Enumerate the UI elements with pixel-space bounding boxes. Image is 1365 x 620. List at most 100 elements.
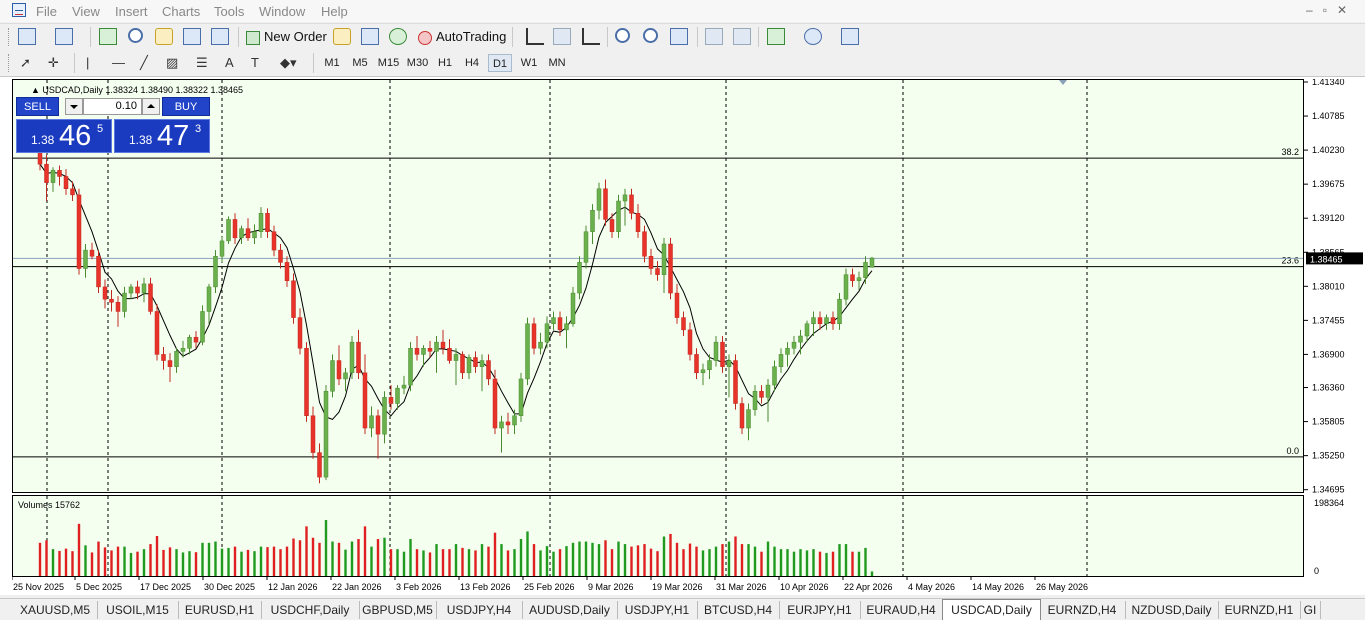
fibonacci-icon[interactable]: ☰ bbox=[196, 54, 208, 72]
navigator-icon[interactable] bbox=[155, 28, 173, 45]
price-tick-label: 1.36360 bbox=[1312, 383, 1345, 393]
menu-file[interactable]: File bbox=[36, 4, 57, 19]
menu-view[interactable]: View bbox=[72, 4, 100, 19]
auto-scroll-icon[interactable] bbox=[705, 28, 723, 45]
chart-tab[interactable]: EURAUD,H4 bbox=[860, 601, 943, 619]
market-watch-icon[interactable] bbox=[99, 28, 117, 45]
chart-tab[interactable]: EURUSD,H1 bbox=[178, 601, 262, 619]
chart-tab[interactable]: GBPUSD,M5 bbox=[359, 601, 437, 619]
terminal-icon[interactable] bbox=[183, 28, 201, 45]
price-tick-label: 1.38010 bbox=[1312, 281, 1345, 291]
candle-body bbox=[388, 397, 394, 404]
chart-tab[interactable]: USDJPY,H1 bbox=[617, 601, 698, 619]
drawing-toolbar: ➚ ✛ | — ╱ ▨ ☰ A T ◆▾ M1 M5 M15 M30 H1 H4… bbox=[0, 50, 1365, 77]
lot-size-input[interactable]: 0.10 bbox=[83, 98, 142, 115]
crosshair-icon[interactable]: ✛ bbox=[48, 54, 59, 72]
buy-button[interactable]: BUY bbox=[162, 97, 210, 116]
signals-icon[interactable] bbox=[361, 28, 379, 45]
menu-charts[interactable]: Charts bbox=[162, 4, 200, 19]
text-icon[interactable]: A bbox=[225, 54, 234, 72]
volume-bar bbox=[97, 541, 100, 576]
menu-help[interactable]: Help bbox=[321, 4, 348, 19]
lot-decrease-button[interactable] bbox=[65, 98, 83, 115]
strategy-tester-icon[interactable] bbox=[211, 28, 229, 45]
timeframe-h4[interactable]: H4 bbox=[460, 54, 484, 72]
candle-body bbox=[128, 286, 134, 294]
candle-body bbox=[752, 390, 758, 410]
new-order-button[interactable]: New Order bbox=[246, 27, 327, 47]
profiles-icon[interactable] bbox=[55, 28, 73, 45]
timeframe-h1[interactable]: H1 bbox=[433, 54, 457, 72]
metaeditor-icon[interactable] bbox=[333, 28, 351, 45]
timeframe-w1[interactable]: W1 bbox=[517, 54, 541, 72]
timeframe-mn[interactable]: MN bbox=[544, 54, 570, 72]
candlestick-chart-icon[interactable] bbox=[553, 28, 571, 45]
candle-body bbox=[460, 354, 465, 374]
chart-tab[interactable]: USDCHF,Daily bbox=[261, 601, 360, 619]
buy-price-quote[interactable]: 1.38 47 3 bbox=[114, 119, 210, 153]
chart-tab[interactable]: EURNZD,H4 bbox=[1039, 601, 1126, 619]
tile-windows-icon[interactable] bbox=[670, 28, 688, 45]
candle-body bbox=[492, 378, 498, 429]
sell-button[interactable]: SELL bbox=[16, 97, 59, 116]
vertical-line-icon[interactable]: | bbox=[86, 54, 89, 72]
timeframe-m15[interactable]: M15 bbox=[375, 54, 402, 72]
new-chart-icon[interactable] bbox=[18, 28, 36, 45]
candle-body bbox=[258, 213, 264, 232]
menu-tools[interactable]: Tools bbox=[214, 4, 244, 19]
chart-tab[interactable]: XAUUSD,M5 bbox=[13, 601, 98, 619]
chart-tab[interactable]: USDCAD,Daily bbox=[942, 599, 1041, 620]
chart-tab[interactable]: USDJPY,H4 bbox=[436, 601, 523, 619]
volume-bar bbox=[71, 551, 74, 576]
chart-tab[interactable]: USOIL,M15 bbox=[97, 601, 179, 619]
zoom-out-icon[interactable] bbox=[643, 28, 658, 43]
templates-icon[interactable] bbox=[841, 28, 859, 45]
menu-window[interactable]: Window bbox=[259, 4, 305, 19]
price-axis[interactable]: 1.41340 1.40785 1.40230 1.39675 1.39120 1.385… bbox=[1304, 79, 1365, 579]
timeframe-d1[interactable]: D1 bbox=[488, 54, 512, 72]
volume-subwindow[interactable]: Volumes 15762 bbox=[12, 495, 1304, 577]
chart-shift-icon[interactable] bbox=[733, 28, 751, 45]
volume-bar bbox=[454, 544, 458, 576]
line-chart-icon[interactable] bbox=[582, 28, 600, 45]
chart-tab[interactable]: AUDUSD,Daily bbox=[522, 601, 618, 619]
menu-insert[interactable]: Insert bbox=[115, 4, 148, 19]
chart-tab[interactable]: EURNZD,H1 bbox=[1218, 601, 1301, 619]
timeframe-m5[interactable]: M5 bbox=[348, 54, 372, 72]
chart-tab[interactable]: BTCUSD,H4 bbox=[697, 601, 780, 619]
sell-price-prefix: 1.38 bbox=[31, 133, 55, 147]
market-icon[interactable] bbox=[389, 28, 407, 45]
trendline-icon[interactable]: ╱ bbox=[140, 54, 148, 72]
equidistant-channel-icon[interactable]: ▨ bbox=[166, 54, 178, 72]
autotrading-button[interactable]: AutoTrading bbox=[418, 27, 506, 47]
time-axis: 25 Nov 2025 5 Dec 2025 17 Dec 2025 30 Dec 2… bbox=[12, 577, 1304, 595]
volume-bar bbox=[838, 544, 841, 576]
candle-body bbox=[206, 286, 212, 312]
date-tick-label: 14 May 2026 bbox=[972, 582, 1024, 592]
window-controls[interactable]: –▫✕ bbox=[1306, 3, 1357, 17]
date-tick-label: 25 Nov 2025 bbox=[13, 582, 64, 592]
price-tick-label: 1.41340 bbox=[1312, 79, 1345, 87]
zoom-in-icon[interactable] bbox=[615, 28, 630, 43]
chart-tab[interactable]: EURJPY,H1 bbox=[779, 601, 861, 619]
candle-body bbox=[421, 348, 426, 355]
cursor-icon[interactable]: ➚ bbox=[20, 54, 31, 72]
volume-bar bbox=[623, 544, 627, 576]
bar-chart-icon[interactable] bbox=[526, 28, 544, 45]
candle-body bbox=[180, 348, 186, 352]
chart-tab[interactable]: NZDUSD,Daily bbox=[1125, 601, 1219, 619]
sell-price-quote[interactable]: 1.38 46 5 bbox=[16, 119, 112, 153]
text-label-icon[interactable]: T bbox=[251, 54, 259, 72]
periods-icon[interactable] bbox=[804, 28, 822, 45]
indicators-icon[interactable] bbox=[767, 28, 785, 45]
candle-body bbox=[544, 323, 550, 343]
data-window-icon[interactable] bbox=[128, 28, 143, 43]
shapes-icon[interactable]: ◆▾ bbox=[280, 54, 297, 72]
chart-tab[interactable]: GI bbox=[1300, 601, 1321, 619]
timeframe-m1[interactable]: M1 bbox=[320, 54, 344, 72]
horizontal-line-icon[interactable]: — bbox=[112, 54, 125, 72]
timeframe-m30[interactable]: M30 bbox=[404, 54, 431, 72]
candle-body bbox=[349, 341, 355, 374]
candle-body bbox=[219, 240, 225, 257]
lot-increase-button[interactable] bbox=[142, 98, 160, 115]
